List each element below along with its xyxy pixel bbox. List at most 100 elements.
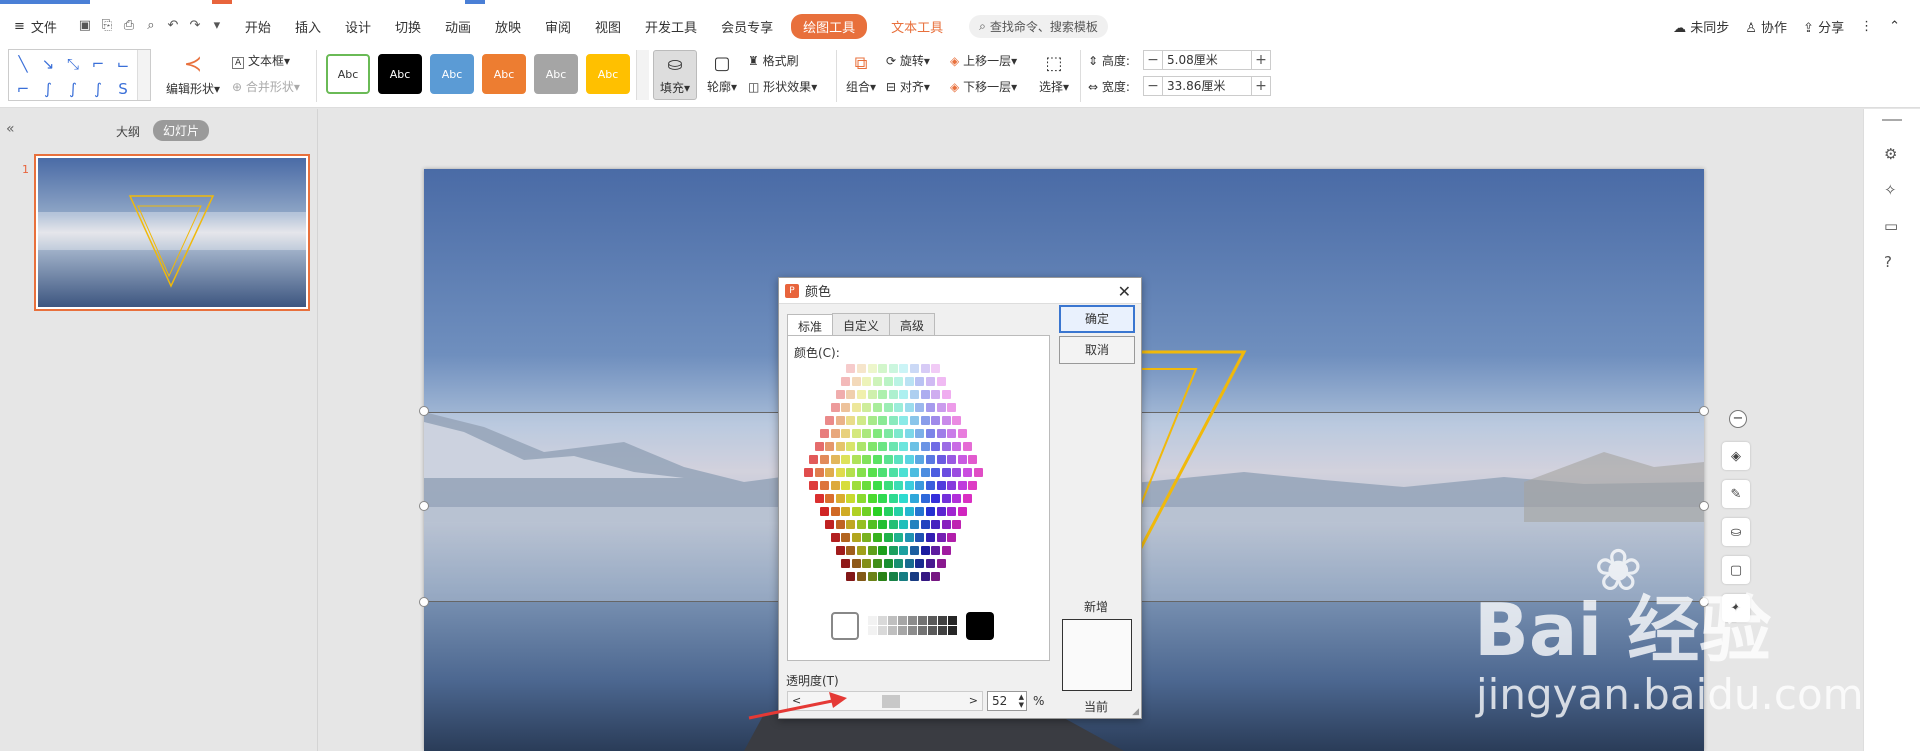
tab-outline[interactable]: 大纲 — [116, 123, 140, 140]
color-cell[interactable] — [835, 468, 845, 477]
color-cell[interactable] — [867, 546, 877, 555]
color-cell[interactable] — [846, 520, 856, 529]
style-swatch[interactable]: Abc — [482, 54, 526, 94]
share-button[interactable]: ⇪ 分享 — [1803, 17, 1844, 36]
color-cell[interactable] — [925, 429, 935, 438]
color-cell[interactable] — [862, 533, 872, 542]
color-cell[interactable] — [872, 429, 882, 438]
gray-cell[interactable] — [918, 626, 927, 635]
curved-arrow-icon[interactable]: ∫ — [62, 78, 84, 100]
sidebar-handle-icon[interactable] — [1882, 119, 1902, 121]
menu-item[interactable]: 开始 — [233, 17, 283, 36]
color-cell[interactable] — [941, 468, 951, 477]
tab-text-tools[interactable]: 文本工具 — [879, 14, 955, 39]
color-cell[interactable] — [925, 377, 935, 386]
color-cell[interactable] — [888, 494, 898, 503]
gallery-scroll[interactable] — [137, 50, 150, 100]
color-cell[interactable] — [846, 416, 856, 425]
color-cell[interactable] — [883, 481, 893, 490]
elbow-arrow-icon[interactable]: ⌙ — [112, 53, 134, 75]
color-cell[interactable] — [830, 507, 840, 516]
color-cell[interactable] — [920, 494, 930, 503]
save-icon[interactable]: ▣ — [77, 18, 93, 34]
plus-icon[interactable]: + — [1252, 52, 1270, 68]
color-cell[interactable] — [857, 364, 866, 373]
color-cell[interactable] — [894, 507, 904, 516]
color-cell[interactable] — [931, 494, 941, 503]
command-search[interactable]: ⌕ 查找命令、搜索模板 — [969, 14, 1108, 38]
menu-item[interactable]: 放映 — [483, 17, 533, 36]
color-cell[interactable] — [915, 429, 925, 438]
color-cell[interactable] — [910, 416, 919, 425]
color-cell[interactable] — [830, 455, 840, 464]
tab-slides[interactable]: 幻灯片 — [153, 120, 210, 141]
color-cell[interactable] — [867, 364, 877, 373]
black-swatch[interactable] — [966, 612, 994, 640]
freeform-icon[interactable]: S — [112, 78, 134, 100]
collapse-panel-icon[interactable]: « — [6, 121, 15, 137]
more-icon[interactable]: ▾ — [209, 18, 225, 34]
color-cell[interactable] — [936, 533, 946, 542]
color-cell[interactable] — [963, 442, 972, 451]
color-cell[interactable] — [872, 559, 882, 568]
color-cell[interactable] — [830, 429, 840, 438]
menu-item[interactable]: 会员专享 — [709, 17, 785, 36]
gray-cell[interactable] — [888, 616, 897, 625]
color-cell[interactable] — [888, 520, 898, 529]
color-cell[interactable] — [894, 533, 904, 542]
color-cell[interactable] — [920, 468, 930, 477]
properties-icon[interactable]: ⚙ — [1884, 145, 1897, 163]
color-cell[interactable] — [841, 481, 851, 490]
color-cell[interactable] — [851, 481, 861, 490]
color-cell[interactable] — [825, 494, 835, 503]
gray-cell[interactable] — [948, 626, 957, 635]
color-cell[interactable] — [846, 364, 856, 373]
color-cell[interactable] — [925, 455, 935, 464]
shape-effect-button[interactable]: ◫ 形状效果▾ — [748, 78, 817, 95]
fill-button[interactable]: ⛀ 填充▾ — [653, 50, 697, 100]
gray-cell[interactable] — [938, 626, 947, 635]
gray-cell[interactable] — [868, 616, 877, 625]
color-cell[interactable] — [899, 494, 909, 503]
color-cell[interactable] — [825, 468, 835, 477]
gray-swatches[interactable] — [868, 616, 958, 636]
color-cell[interactable] — [899, 442, 909, 451]
color-cell[interactable] — [915, 481, 925, 490]
color-cell[interactable] — [867, 572, 877, 581]
color-cell[interactable] — [846, 468, 856, 477]
color-cell[interactable] — [931, 416, 941, 425]
color-cell[interactable] — [846, 494, 856, 503]
color-cell[interactable] — [857, 442, 866, 451]
color-cell[interactable] — [915, 377, 925, 386]
color-cell[interactable] — [841, 559, 851, 568]
gray-cell[interactable] — [888, 626, 897, 635]
color-cell[interactable] — [862, 377, 872, 386]
color-cell[interactable] — [883, 507, 893, 516]
color-cell[interactable] — [925, 533, 935, 542]
color-cell[interactable] — [920, 546, 930, 555]
color-cell[interactable] — [904, 377, 914, 386]
color-cell[interactable] — [894, 377, 904, 386]
print-preview-icon[interactable]: ⌕ — [143, 18, 159, 34]
color-cell[interactable] — [931, 520, 941, 529]
color-cell[interactable] — [867, 442, 877, 451]
color-cell[interactable] — [888, 546, 898, 555]
style-swatch[interactable]: Abc — [326, 54, 370, 94]
color-cell[interactable] — [941, 390, 951, 399]
color-cell[interactable] — [925, 481, 935, 490]
style-swatch[interactable]: Abc — [378, 54, 422, 94]
color-cell[interactable] — [851, 559, 861, 568]
color-cell[interactable] — [947, 429, 957, 438]
color-cell[interactable] — [947, 481, 957, 490]
color-cell[interactable] — [947, 455, 957, 464]
gray-cell[interactable] — [878, 616, 887, 625]
gray-cell[interactable] — [928, 616, 937, 625]
color-cell[interactable] — [841, 507, 851, 516]
color-cell[interactable] — [925, 507, 935, 516]
color-cell[interactable] — [910, 572, 919, 581]
width-stepper[interactable]: − 33.86厘米 + — [1143, 76, 1271, 96]
resize-handle[interactable] — [1699, 406, 1709, 416]
color-cell[interactable] — [936, 507, 946, 516]
redo-icon[interactable]: ↷ — [187, 18, 203, 34]
color-cell[interactable] — [883, 455, 893, 464]
